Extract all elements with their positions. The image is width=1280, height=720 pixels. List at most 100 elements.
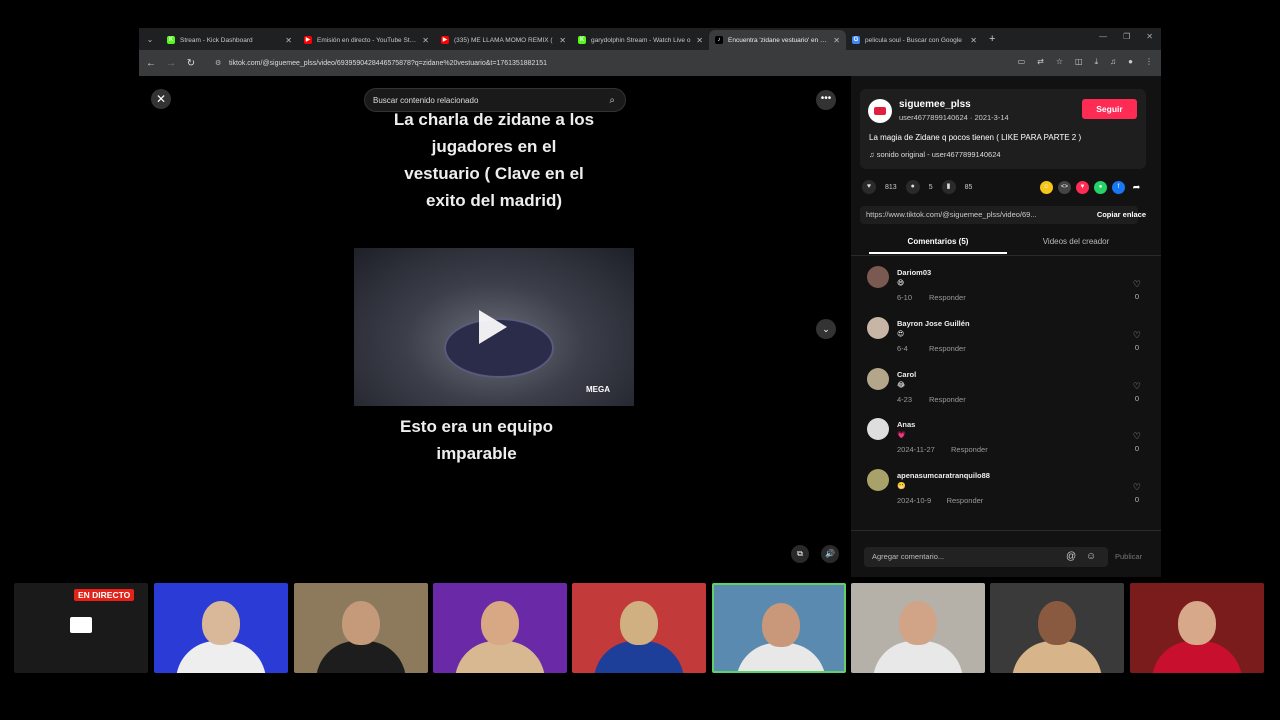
browser-tab[interactable]: ▶ (335) ME LLAMA MOMO REMIX (✕ bbox=[435, 30, 572, 50]
play-icon[interactable] bbox=[479, 310, 507, 344]
commenter-avatar[interactable] bbox=[867, 418, 889, 441]
follow-button[interactable]: Seguir bbox=[1082, 99, 1137, 119]
streamer-body bbox=[873, 641, 963, 673]
browser-tab[interactable]: K Stream - Kick Dashboard ✕ bbox=[161, 30, 298, 50]
emoji-icon[interactable]: ☺ bbox=[1086, 547, 1096, 567]
comment-like-count: 0 bbox=[1134, 393, 1139, 403]
like-heart-icon[interactable]: ♥ bbox=[862, 180, 876, 194]
streamer-cam[interactable] bbox=[433, 583, 567, 673]
emoji-share-icon[interactable]: ☺ bbox=[1040, 181, 1053, 194]
embed-icon[interactable]: <> bbox=[1058, 181, 1071, 194]
site-info-icon[interactable]: ⚙ bbox=[215, 59, 221, 67]
commenter-name[interactable]: apenasumcaratranquilo88 bbox=[897, 471, 990, 480]
tab-search-icon[interactable]: ⌄ bbox=[139, 28, 161, 50]
author-avatar[interactable] bbox=[868, 99, 892, 123]
tab-creator-videos[interactable]: Videos del creador bbox=[1007, 232, 1145, 252]
reply-button[interactable]: Responder bbox=[929, 395, 966, 404]
streamer-body bbox=[176, 641, 266, 673]
streamer-cam[interactable] bbox=[154, 583, 288, 673]
live-preview-thumbnail[interactable]: EN DIRECTO bbox=[14, 583, 148, 673]
new-tab-button[interactable]: + bbox=[989, 33, 995, 45]
music-note-icon: ♫ bbox=[869, 150, 875, 159]
next-video-chevron-icon[interactable]: ⌄ bbox=[816, 319, 836, 339]
commenter-avatar[interactable] bbox=[867, 266, 889, 288]
profile-icon[interactable]: ● bbox=[1128, 57, 1133, 67]
like-count: 813 bbox=[885, 183, 897, 191]
close-video-button[interactable]: ✕ bbox=[151, 89, 171, 109]
video-player[interactable]: La charla de zidane a los jugadores en e… bbox=[354, 76, 634, 577]
minimize-icon[interactable]: — bbox=[1099, 32, 1107, 41]
address-bar: ← → ↻ ⚙ tiktok.com/@siguemee_plss/video/… bbox=[139, 50, 1161, 76]
more-options-icon[interactable]: ••• bbox=[816, 90, 836, 110]
url-field[interactable]: ⚙ tiktok.com/@siguemee_plss/video/693959… bbox=[209, 54, 989, 72]
streamer-cam[interactable] bbox=[294, 583, 428, 673]
comment-item: Dariom03 😄 6-10 Responder ♡ 0 bbox=[851, 266, 1161, 317]
whatsapp-icon[interactable]: ● bbox=[1094, 181, 1107, 194]
browser-tab[interactable]: ▶ Emisión en directo - YouTube Studio ✕ bbox=[298, 30, 435, 50]
streamer-cam[interactable] bbox=[1130, 583, 1264, 673]
related-search-input[interactable]: Buscar contenido relacionado ⌕ bbox=[364, 88, 626, 112]
volume-icon[interactable]: 🔊 bbox=[821, 545, 839, 563]
mention-icon[interactable]: @ bbox=[1066, 547, 1076, 567]
reply-button[interactable]: Responder bbox=[951, 445, 988, 454]
reply-button[interactable]: Responder bbox=[929, 344, 966, 353]
tab-close-icon[interactable]: ✕ bbox=[285, 36, 292, 45]
back-icon[interactable]: ← bbox=[141, 58, 161, 69]
tab-close-icon[interactable]: ✕ bbox=[833, 36, 840, 45]
maximize-icon[interactable]: ❐ bbox=[1123, 32, 1130, 41]
save-count: 85 bbox=[964, 183, 973, 191]
bookmark-star-icon[interactable]: ☆ bbox=[1056, 57, 1063, 67]
streamer-cam[interactable] bbox=[851, 583, 985, 673]
streamer-face bbox=[481, 601, 519, 645]
commenter-avatar[interactable] bbox=[867, 367, 889, 390]
streamer-cam[interactable] bbox=[712, 583, 846, 673]
tab-close-icon[interactable]: ✕ bbox=[559, 36, 566, 45]
tab-close-icon[interactable]: ✕ bbox=[970, 36, 977, 45]
streamer-cam[interactable] bbox=[572, 583, 706, 673]
reply-button[interactable]: Responder bbox=[929, 293, 966, 302]
cast-icon[interactable]: ▭ bbox=[1018, 57, 1026, 67]
forward-icon[interactable]: → bbox=[161, 58, 181, 69]
video-clip[interactable]: MEGA bbox=[354, 248, 634, 406]
comment-like-icon[interactable]: ♡ bbox=[1133, 279, 1141, 290]
extensions-icon[interactable]: ◫ bbox=[1075, 57, 1083, 67]
menu-icon[interactable]: ⋮ bbox=[1145, 57, 1153, 67]
comment-like-icon[interactable]: ♡ bbox=[1133, 431, 1141, 442]
browser-tab[interactable]: Gpelicula soul - Buscar con Google ✕ bbox=[846, 30, 983, 50]
tab-close-icon[interactable]: ✕ bbox=[422, 36, 429, 45]
tab-comments[interactable]: Comentarios (5) bbox=[869, 232, 1007, 254]
commenter-name[interactable]: Bayron Jose Guillén bbox=[897, 319, 970, 328]
browser-tab[interactable]: ♪ Encuentra 'zidane vestuario' en TikTok ✕ bbox=[709, 30, 846, 50]
tab-title: (335) ME LLAMA MOMO REMIX ( bbox=[454, 36, 553, 44]
comment-like-icon[interactable]: ♡ bbox=[1133, 482, 1141, 493]
comment-like-icon[interactable]: ♡ bbox=[1133, 381, 1141, 392]
publish-button[interactable]: Publicar bbox=[1115, 547, 1142, 567]
send-share-icon[interactable]: ▼ bbox=[1076, 181, 1089, 194]
bookmark-icon[interactable]: ▮ bbox=[941, 180, 956, 194]
reload-icon[interactable]: ↻ bbox=[181, 58, 201, 69]
author-username[interactable]: siguemee_plss bbox=[899, 99, 971, 110]
facebook-icon[interactable]: f bbox=[1112, 181, 1125, 194]
forward-share-icon[interactable]: ➦ bbox=[1130, 181, 1143, 194]
media-icon[interactable]: ♫ bbox=[1110, 57, 1116, 67]
floating-player-icon[interactable]: ⧉ bbox=[791, 545, 809, 563]
sound-link[interactable]: ♫ sonido original - user4677899140624 bbox=[869, 150, 1001, 159]
browser-tab[interactable]: Kgarydolphin Stream - Watch Live o ✕ bbox=[572, 30, 709, 50]
comment-like-icon[interactable]: ♡ bbox=[1133, 330, 1141, 341]
commenter-avatar[interactable] bbox=[867, 316, 889, 339]
download-icon[interactable]: ⤓ bbox=[1095, 57, 1099, 67]
commenter-avatar[interactable] bbox=[867, 469, 889, 492]
comment-icon[interactable]: ● bbox=[905, 180, 920, 194]
commenter-name[interactable]: Dariom03 bbox=[897, 268, 931, 277]
close-window-icon[interactable]: ✕ bbox=[1146, 32, 1153, 41]
commenter-name[interactable]: Anas bbox=[897, 420, 915, 429]
browser-window: ⌄ K Stream - Kick Dashboard ✕ ▶ Emisión en d… bbox=[139, 28, 1161, 577]
commenter-name[interactable]: Carol bbox=[897, 370, 916, 379]
reply-button[interactable]: Responder bbox=[947, 496, 984, 505]
translate-icon[interactable]: ⇄ bbox=[1037, 57, 1044, 67]
tab-close-icon[interactable]: ✕ bbox=[696, 36, 703, 45]
search-icon[interactable]: ⌕ bbox=[609, 95, 615, 106]
streamer-cam[interactable] bbox=[990, 583, 1124, 673]
subtitle-line: Esto era un equipo bbox=[399, 417, 554, 436]
copy-link-button[interactable]: Copiar enlace bbox=[1097, 206, 1146, 224]
